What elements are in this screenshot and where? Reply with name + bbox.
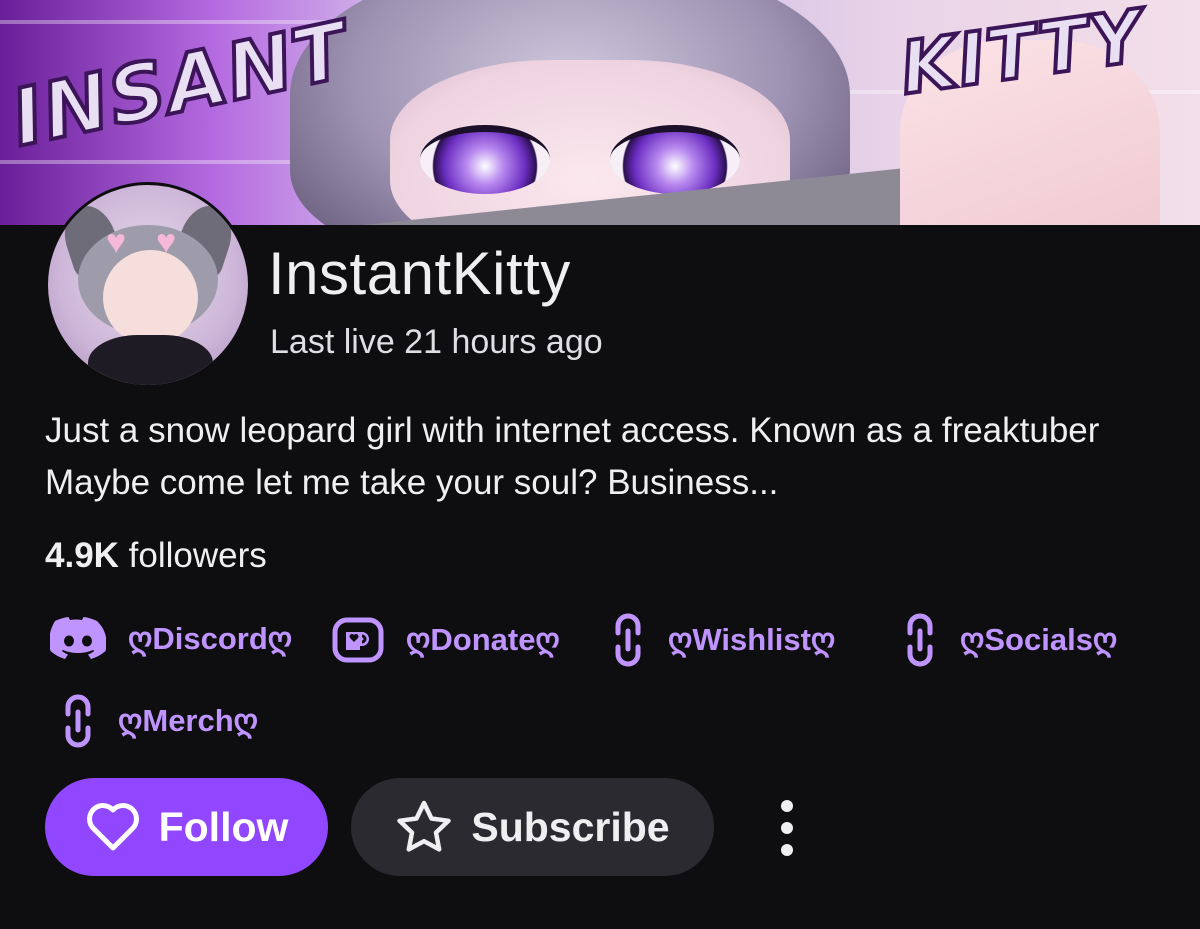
more-dot-icon xyxy=(781,822,793,834)
heart-icon: ♥ xyxy=(106,223,127,261)
discord-icon xyxy=(50,617,106,659)
last-live-status: Last live 21 hours ago xyxy=(270,323,603,361)
follow-label: Follow xyxy=(158,803,289,850)
link-label: ღWishlistღ xyxy=(668,622,836,657)
star-icon xyxy=(397,800,452,852)
link-socials[interactable]: ღSocialsღ xyxy=(902,613,1117,667)
heart-icon: ♥ xyxy=(156,223,177,261)
link-icon xyxy=(907,613,933,667)
link-discord[interactable]: ღDiscordღ xyxy=(50,617,292,661)
link-label: ღDonateღ xyxy=(406,622,560,657)
link-donate[interactable]: ღDonateღ xyxy=(332,617,560,663)
channel-page: INSANT KITTY ♥ ♥ InstantKitty Last live … xyxy=(0,0,1200,929)
follow-button[interactable]: Follow xyxy=(45,778,328,876)
banner-art-eye xyxy=(420,125,550,194)
channel-name: InstantKitty xyxy=(268,240,571,307)
channel-bio[interactable]: Just a snow leopard girl with internet a… xyxy=(45,405,1155,509)
subscribe-label: Subscribe xyxy=(471,803,670,850)
link-label: ღDiscordღ xyxy=(128,621,293,656)
donate-icon xyxy=(332,617,384,663)
heart-icon xyxy=(86,803,139,851)
link-wishlist[interactable]: ღWishlistღ xyxy=(610,613,835,667)
link-label: ღSocialsღ xyxy=(960,622,1118,657)
followers-count: 4.9K followers xyxy=(45,538,267,573)
more-dot-icon xyxy=(781,800,793,812)
link-merch[interactable]: ღMerchღ xyxy=(60,694,258,748)
banner-streak xyxy=(0,160,300,164)
followers-label: followers xyxy=(128,536,267,575)
link-label: ღMerchღ xyxy=(118,703,259,738)
banner-art-eye xyxy=(610,125,740,194)
followers-number: 4.9K xyxy=(45,536,119,575)
link-icon xyxy=(615,613,641,667)
link-icon xyxy=(65,694,91,748)
more-options-button[interactable] xyxy=(764,796,810,860)
subscribe-button[interactable]: Subscribe xyxy=(351,778,714,876)
channel-avatar[interactable]: ♥ ♥ xyxy=(45,182,251,388)
more-dot-icon xyxy=(781,844,793,856)
avatar-face xyxy=(103,250,198,345)
avatar-body xyxy=(88,335,213,385)
